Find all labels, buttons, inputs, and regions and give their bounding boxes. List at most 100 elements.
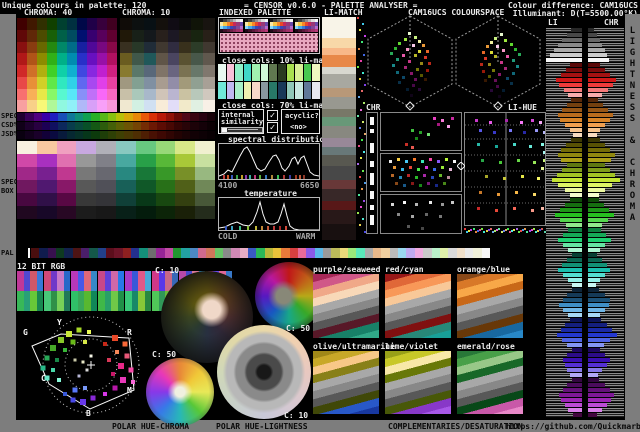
li-bar — [558, 268, 582, 272]
map-cell — [56, 219, 77, 232]
chr-bar — [588, 203, 604, 207]
slider-thumb[interactable] — [222, 128, 227, 132]
map-cell — [115, 180, 136, 193]
map-cell — [120, 65, 132, 77]
data-point — [403, 184, 406, 187]
ramp-cell — [314, 28, 318, 32]
similarity-slider[interactable] — [221, 127, 263, 133]
swatch — [222, 248, 232, 258]
data-point — [543, 131, 545, 134]
li-bar — [567, 103, 582, 107]
curve-line — [219, 146, 319, 177]
comp-title-5: lime/violet — [385, 342, 438, 351]
data-point — [397, 213, 400, 216]
rug-dot — [507, 228, 509, 230]
swatch — [206, 113, 215, 121]
chr-scale-bars — [367, 113, 377, 233]
map-cell — [57, 18, 67, 30]
li-bar — [567, 163, 582, 167]
chr-bar — [588, 348, 600, 352]
data-point — [537, 177, 540, 180]
chr-bar — [588, 263, 607, 267]
lightness-chroma-histogram[interactable] — [546, 28, 624, 418]
swatch — [122, 248, 132, 258]
data-point — [445, 158, 448, 161]
map-cell — [107, 76, 117, 89]
data-point — [51, 368, 55, 372]
data-point — [66, 331, 72, 337]
data-point — [443, 182, 446, 185]
map-cell — [167, 18, 180, 30]
data-point — [489, 121, 492, 124]
chr-bar — [588, 163, 605, 167]
map-cell — [27, 18, 37, 30]
map-cell — [155, 88, 168, 101]
map-cell — [195, 167, 215, 180]
match-dot — [359, 29, 361, 31]
data-point — [426, 69, 429, 72]
acyclic-value[interactable]: <no> — [290, 123, 307, 132]
chr-bar — [588, 358, 610, 362]
indexed-palette-box — [218, 17, 320, 54]
swatch — [81, 248, 90, 258]
map-cell — [107, 29, 117, 42]
map-cell — [179, 100, 192, 112]
li-hue-panel — [464, 112, 546, 226]
map-cell — [77, 100, 87, 112]
map-cell — [17, 154, 37, 167]
match-dot — [363, 151, 365, 153]
map-cell — [47, 100, 57, 112]
comp-title-1: purple/seaweed — [313, 265, 381, 274]
swatch — [235, 82, 243, 99]
li-match-band — [322, 189, 356, 201]
data-point — [90, 395, 96, 401]
temperature-warm: WARM — [296, 232, 316, 241]
scale-bar — [370, 129, 374, 133]
data-point — [494, 37, 497, 40]
spec-strip — [17, 113, 215, 121]
data-point — [431, 176, 434, 179]
side-letter: A — [629, 213, 636, 223]
data-point — [391, 203, 394, 206]
pal-cursor[interactable] — [28, 248, 30, 258]
data-point — [503, 177, 506, 180]
chr-bar — [588, 378, 599, 382]
data-point — [424, 56, 427, 59]
data-point — [50, 345, 56, 351]
similarity-checkbox-2[interactable]: ✓ — [267, 122, 278, 133]
data-point — [533, 193, 536, 196]
map-cell — [120, 53, 132, 65]
map-cell — [191, 76, 204, 89]
data-point — [261, 226, 263, 230]
data-point — [423, 174, 426, 177]
li-bar — [572, 253, 582, 257]
chr-bar — [588, 373, 598, 377]
chr-bar — [588, 58, 609, 62]
map-cell — [27, 65, 37, 77]
match-dot — [361, 90, 363, 92]
li-bar — [568, 408, 582, 412]
map-cell — [195, 193, 215, 206]
gamut-polygon — [31, 333, 135, 410]
map-cell — [115, 206, 136, 219]
data-point — [441, 166, 444, 169]
data-point — [439, 174, 442, 177]
swatch — [243, 82, 252, 99]
data-point — [89, 354, 93, 358]
chr-scale[interactable] — [366, 112, 378, 234]
similarity-checkbox-1[interactable]: ✓ — [267, 110, 278, 121]
swatch — [272, 248, 282, 258]
data-point — [477, 207, 480, 210]
scale-bar — [370, 161, 374, 167]
data-point — [496, 85, 499, 88]
data-point — [414, 54, 417, 57]
li-hue-cursor-diamond[interactable] — [457, 162, 465, 170]
internal-similarity-box: internal similarity — [218, 109, 264, 134]
close-cols-row-a — [218, 64, 320, 81]
footer-github-url[interactable]: https://github.com/Quickmarble/censor — [506, 422, 640, 431]
data-point — [418, 88, 421, 91]
data-point — [518, 53, 521, 56]
li-bar — [573, 413, 582, 417]
li-bar — [568, 248, 582, 252]
data-point — [271, 175, 273, 179]
